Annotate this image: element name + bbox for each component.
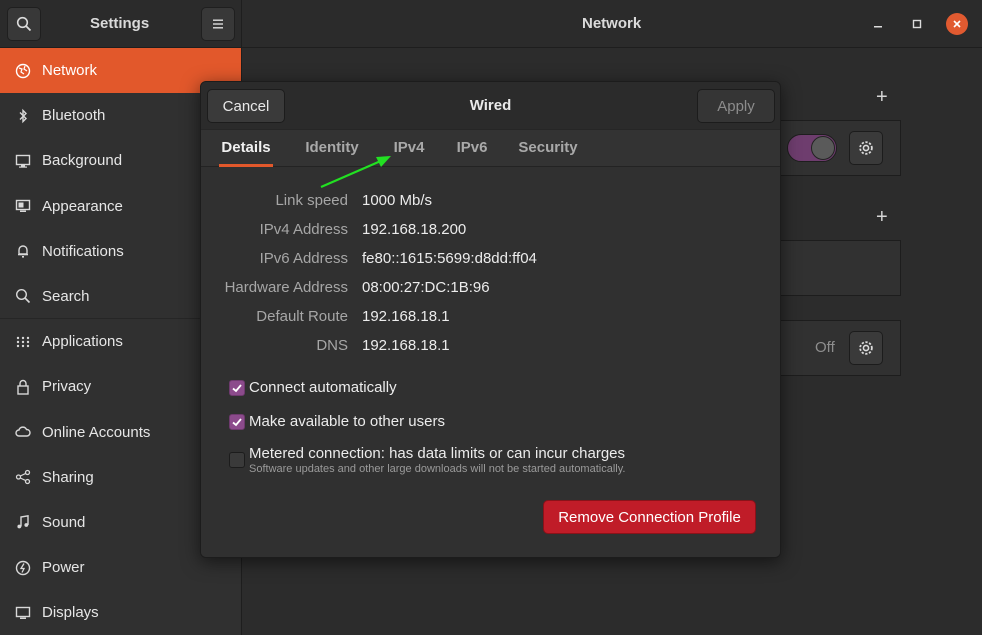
lock-icon — [14, 378, 32, 396]
sidebar-item-label: Displays — [42, 604, 99, 622]
connect-auto-checkbox[interactable] — [229, 380, 245, 396]
background-icon — [14, 152, 32, 170]
detail-row-route: Default Route 192.168.18.1 — [201, 308, 780, 328]
panel-title: Network — [582, 15, 642, 32]
sidebar-item-displays[interactable]: Displays — [0, 590, 241, 635]
dialog-tabs: Details Identity IPv4 IPv6 Security — [201, 129, 780, 167]
tab-security[interactable]: Security — [518, 130, 578, 167]
appearance-icon — [14, 197, 32, 215]
sidebar-item-label: Privacy — [42, 378, 92, 396]
detail-row-ipv4: IPv4 Address 192.168.18.200 — [201, 221, 780, 241]
bluetooth-icon — [14, 107, 32, 125]
gear-icon — [859, 141, 873, 155]
add-vpn-button[interactable]: + — [876, 206, 888, 229]
header-left: Settings — [0, 0, 242, 48]
detail-value: 192.168.18.200 — [362, 221, 467, 238]
available-all-checkbox[interactable] — [229, 414, 245, 430]
sidebar-item-label: Online Accounts — [42, 423, 151, 441]
display-icon — [14, 604, 32, 622]
settings-title: Settings — [90, 15, 150, 32]
apply-button[interactable]: Apply — [697, 89, 775, 123]
gear-icon — [859, 341, 873, 355]
available-all-label[interactable]: Make available to other users — [249, 413, 445, 430]
detail-label: Link speed — [275, 192, 348, 209]
network-icon — [14, 62, 32, 80]
wired-settings-button[interactable] — [849, 131, 883, 165]
cloud-icon — [14, 423, 32, 441]
checkmark-icon — [232, 384, 242, 393]
connect-auto-label[interactable]: Connect automatically — [249, 379, 397, 396]
power-icon — [14, 559, 32, 577]
minimize-button[interactable] — [866, 12, 890, 36]
wired-toggle[interactable] — [787, 134, 837, 162]
sidebar-item-label: Network — [42, 62, 98, 80]
detail-value: 192.168.18.1 — [362, 308, 450, 325]
detail-value: 192.168.18.1 — [362, 337, 450, 354]
detail-row-dns: DNS 192.168.18.1 — [201, 337, 780, 357]
header-bar: Settings Network — [0, 0, 982, 48]
menu-icon — [213, 19, 223, 29]
metered-label[interactable]: Metered connection: has data limits or c… — [249, 445, 625, 462]
tab-details[interactable]: Details — [219, 130, 273, 167]
detail-value: 1000 Mb/s — [362, 192, 433, 209]
detail-label: DNS — [316, 337, 348, 354]
detail-label: Hardware Address — [224, 279, 348, 296]
detail-value: fe80::1615:5699:d8dd:ff04 — [362, 250, 537, 267]
menu-button[interactable] — [201, 7, 235, 41]
tab-identity[interactable]: Identity — [302, 130, 362, 167]
tab-ipv6[interactable]: IPv6 — [454, 130, 490, 167]
dialog-header: Wired Cancel Apply — [201, 82, 780, 129]
proxy-state: Off — [815, 339, 835, 356]
maximize-icon — [912, 19, 922, 29]
checkmark-icon — [232, 418, 242, 427]
wired-dialog: Wired Cancel Apply Details Identity IPv4… — [200, 81, 781, 558]
sidebar-item-label: Applications — [42, 333, 123, 351]
close-icon — [953, 20, 961, 28]
dialog-title: Wired — [469, 97, 512, 114]
detail-label: IPv4 Address — [259, 221, 348, 238]
search-icon — [16, 16, 32, 32]
sidebar-item-label: Sharing — [42, 468, 94, 486]
sidebar-item-label: Search — [42, 287, 90, 305]
sidebar-item-label: Appearance — [42, 197, 123, 215]
sidebar-item-label: Power — [42, 559, 85, 577]
music-icon — [14, 513, 32, 531]
metered-sublabel: Software updates and other large downloa… — [249, 463, 626, 475]
maximize-button[interactable] — [905, 12, 929, 36]
detail-value: 08:00:27:DC:1B:96 — [362, 279, 490, 296]
detail-row-link-speed: Link speed 1000 Mb/s — [201, 192, 780, 212]
search-button[interactable] — [7, 7, 41, 41]
minimize-icon — [874, 26, 882, 28]
sidebar-item-label: Background — [42, 152, 123, 170]
detail-label: IPv6 Address — [259, 250, 348, 267]
sidebar-item-label: Notifications — [42, 242, 124, 260]
metered-checkbox[interactable] — [229, 452, 245, 468]
share-icon — [14, 468, 32, 486]
grid-icon — [14, 333, 32, 351]
remove-connection-button[interactable]: Remove Connection Profile — [543, 500, 756, 534]
add-wired-button[interactable]: + — [876, 86, 888, 109]
search-icon — [14, 287, 32, 305]
tab-ipv4[interactable]: IPv4 — [391, 130, 427, 167]
toggle-knob — [811, 136, 835, 160]
sidebar-item-label: Bluetooth — [42, 107, 106, 125]
detail-row-hardware: Hardware Address 08:00:27:DC:1B:96 — [201, 279, 780, 299]
bell-icon — [14, 242, 32, 260]
proxy-settings-button[interactable] — [849, 331, 883, 365]
detail-label: Default Route — [256, 308, 348, 325]
detail-row-ipv6: IPv6 Address fe80::1615:5699:d8dd:ff04 — [201, 250, 780, 270]
close-button[interactable] — [946, 13, 968, 35]
sidebar-item-label: Sound — [42, 513, 86, 531]
cancel-button[interactable]: Cancel — [207, 89, 285, 123]
vpn-frame — [778, 240, 901, 296]
